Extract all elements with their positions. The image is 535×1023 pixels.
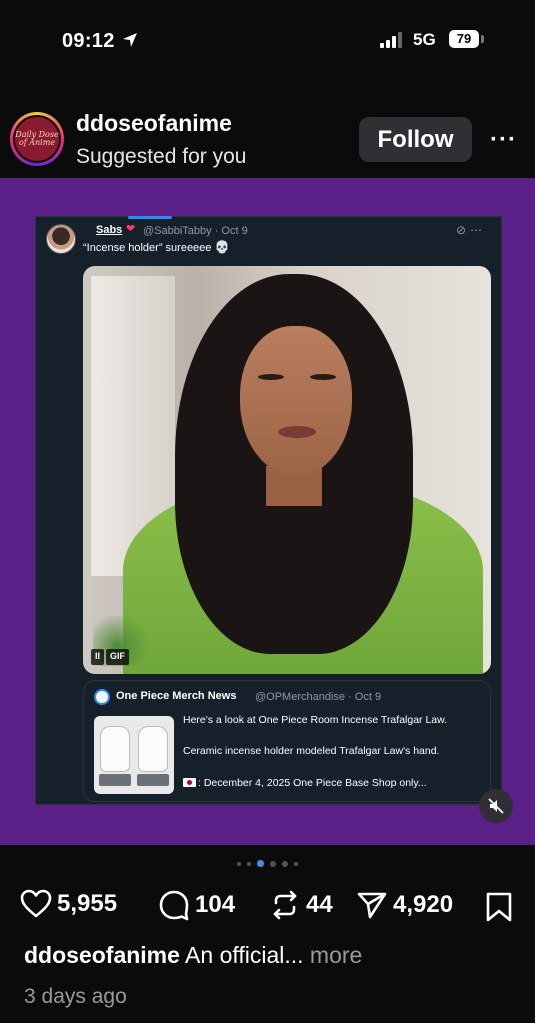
action-bar: 5,955 104 44 4,920 — [20, 889, 520, 923]
quoted-text-line: : December 4, 2025 One Piece Base Shop o… — [183, 777, 427, 789]
skull-emoji-icon: 💀 — [214, 240, 230, 254]
carousel-dot — [294, 861, 298, 866]
quoted-text-line: Here's a look at One Piece Room Incense … — [183, 714, 448, 726]
post-header: Daily Dose of Anime ddoseofanime Suggest… — [0, 80, 535, 178]
post-username[interactable]: ddoseofanime — [76, 110, 232, 137]
mute-button[interactable] — [479, 789, 513, 823]
japan-flag-icon — [183, 778, 196, 787]
carousel-dot — [237, 861, 241, 866]
heart-icon — [20, 889, 52, 918]
bookmark-icon[interactable] — [486, 892, 512, 922]
gif-person-face — [240, 326, 352, 476]
quoted-author-name: One Piece Merch News — [116, 690, 237, 702]
carousel-dot — [247, 861, 251, 866]
network-type: 5G — [413, 30, 436, 49]
suggested-label: Suggested for you — [76, 145, 247, 168]
post-media[interactable]: Sabs ❤ @SabbiTabby · Oct 9 ⊘⋯ “Incense h… — [0, 178, 535, 845]
tweet-gif: II GIF — [83, 266, 491, 674]
tweet-handle: @SabbiTabby · Oct 9 — [143, 225, 248, 237]
quoted-tweet: One Piece Merch News @OPMerchandise · Oc… — [83, 680, 491, 802]
quoted-avatar — [94, 689, 110, 705]
location-arrow-icon — [123, 33, 137, 47]
gif-label: GIF — [106, 649, 130, 665]
caption-username[interactable]: ddoseofanime — [24, 942, 180, 968]
avatar-logo: Daily Dose of Anime — [15, 117, 59, 161]
share-button[interactable]: 4,920 — [356, 889, 453, 921]
comment-button[interactable]: 104 — [158, 889, 235, 921]
avatar[interactable]: Daily Dose of Anime — [10, 112, 64, 166]
caption-text: An official... — [185, 942, 304, 968]
pause-icon: II — [91, 649, 105, 665]
caption: ddoseofanime An official... more — [24, 942, 362, 969]
shares-count: 4,920 — [393, 891, 454, 918]
heart-emoji-icon: ❤ — [126, 223, 136, 235]
caption-more-link[interactable]: more — [310, 942, 362, 968]
tweet-text: “Incense holder” sureeeee 💀 — [83, 240, 230, 254]
comments-count: 104 — [195, 891, 236, 918]
follow-button[interactable]: Follow — [359, 117, 472, 162]
repost-icon — [273, 890, 297, 920]
like-button[interactable]: 5,955 — [20, 889, 117, 919]
quoted-image — [94, 716, 174, 794]
tweet-author-name: Sabs — [96, 224, 123, 236]
battery-tip — [481, 35, 484, 43]
repost-button[interactable]: 44 — [269, 889, 333, 921]
reposts-count: 44 — [306, 891, 333, 918]
post-timestamp: 3 days ago — [24, 985, 127, 1008]
gif-badge: II GIF — [91, 649, 130, 665]
status-bar: 09:12 5G 79 — [0, 0, 535, 80]
carousel-dot — [270, 860, 276, 867]
carousel-indicator — [0, 860, 535, 867]
tweet-highlight-bar — [128, 216, 172, 219]
signal-icon — [380, 32, 402, 48]
carousel-dot-active — [257, 860, 264, 867]
status-time: 09:12 — [62, 30, 115, 52]
tweet-avatar — [46, 224, 76, 254]
carousel-dot — [282, 860, 288, 867]
speaker-muted-icon — [488, 798, 504, 814]
more-options-button[interactable]: ··· — [490, 126, 517, 154]
quoted-text-line: Ceramic incense holder modeled Trafalgar… — [183, 745, 440, 757]
battery-icon: 79 — [449, 30, 479, 48]
send-icon — [357, 892, 387, 919]
quoted-handle: @OPMerchandise · Oct 9 — [255, 691, 382, 703]
tweet-grok-more-icons: ⊘⋯ — [456, 223, 487, 237]
tweet-screenshot: Sabs ❤ @SabbiTabby · Oct 9 ⊘⋯ “Incense h… — [35, 216, 502, 805]
likes-count: 5,955 — [57, 890, 118, 917]
comment-icon — [159, 890, 189, 921]
